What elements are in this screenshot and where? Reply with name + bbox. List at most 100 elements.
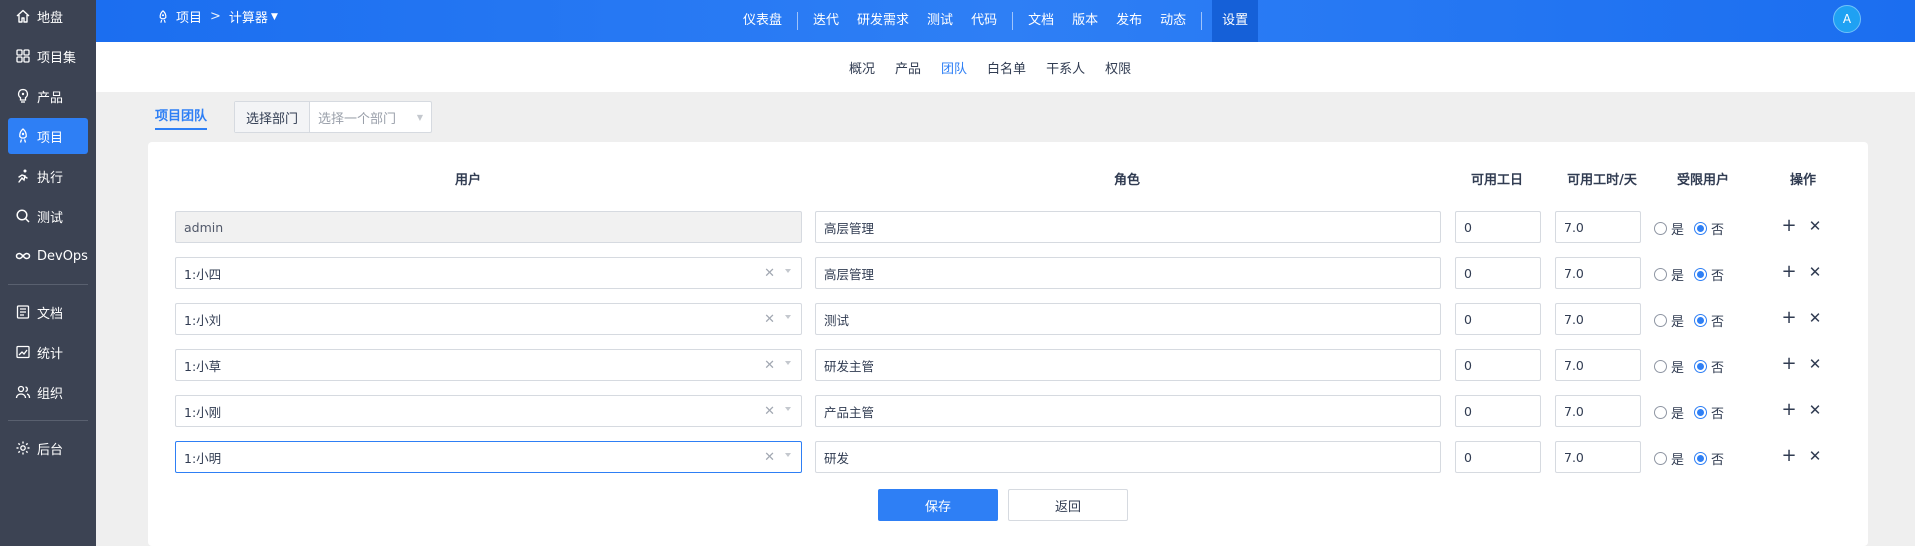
subnav-item-5[interactable]: 权限 bbox=[1105, 58, 1131, 77]
subnav-item-4[interactable]: 干系人 bbox=[1046, 58, 1085, 77]
chevron-down-icon[interactable] bbox=[785, 453, 791, 457]
sidebar-item-label: 项目 bbox=[37, 130, 64, 146]
top-nav-item-1[interactable]: 迭代 bbox=[804, 13, 848, 29]
radio-no[interactable] bbox=[1694, 314, 1708, 327]
top-nav-item-4[interactable]: 代码 bbox=[962, 13, 1006, 29]
top-nav-item-5[interactable]: 文档 bbox=[1019, 13, 1063, 29]
add-row-icon[interactable]: + bbox=[1781, 446, 1797, 466]
top-nav-item-7[interactable]: 发布 bbox=[1107, 13, 1151, 29]
chevron-down-icon[interactable] bbox=[785, 407, 791, 411]
top-nav-item-6[interactable]: 版本 bbox=[1063, 13, 1107, 29]
hours-input[interactable]: 7.0 bbox=[1555, 303, 1641, 335]
add-row-icon[interactable]: + bbox=[1781, 262, 1797, 282]
user-value: 1:小明 bbox=[184, 450, 222, 466]
table-row: 1:小刚 ✕ 产品主管 0 7.0 是否 + ✕ bbox=[148, 395, 1868, 429]
radio-yes[interactable] bbox=[1654, 222, 1667, 235]
radio-no-label: 否 bbox=[1711, 453, 1725, 468]
delete-row-icon[interactable]: ✕ bbox=[1807, 446, 1823, 466]
hours-input[interactable]: 7.0 bbox=[1555, 441, 1641, 473]
clear-icon[interactable]: ✕ bbox=[764, 404, 775, 419]
chevron-down-icon[interactable] bbox=[785, 269, 791, 273]
add-row-icon[interactable]: + bbox=[1781, 354, 1797, 374]
user-select[interactable]: 1:小草 ✕ bbox=[175, 349, 802, 381]
sidebar-item-5[interactable]: 测试 bbox=[8, 198, 88, 234]
delete-row-icon[interactable]: ✕ bbox=[1807, 308, 1823, 328]
sidebar-item-3[interactable]: 项目 bbox=[8, 118, 88, 154]
sidebar-item-6[interactable]: DevOps bbox=[8, 238, 88, 274]
days-input[interactable]: 0 bbox=[1455, 211, 1541, 243]
sidebar-item-2[interactable]: 产品 bbox=[8, 78, 88, 114]
delete-row-icon[interactable]: ✕ bbox=[1807, 400, 1823, 420]
days-input[interactable]: 0 bbox=[1455, 441, 1541, 473]
role-input[interactable]: 测试 bbox=[815, 303, 1441, 335]
chevron-down-icon[interactable] bbox=[785, 361, 791, 365]
user-select[interactable]: 1:小刘 ✕ bbox=[175, 303, 802, 335]
avatar[interactable]: A bbox=[1833, 5, 1861, 33]
radio-no[interactable] bbox=[1694, 268, 1708, 281]
hours-input[interactable]: 7.0 bbox=[1555, 395, 1641, 427]
department-select[interactable]: 选择一个部门 ▼ bbox=[310, 102, 431, 132]
role-input[interactable]: 研发主管 bbox=[815, 349, 1441, 381]
radio-no[interactable] bbox=[1694, 222, 1708, 235]
radio-yes[interactable] bbox=[1654, 360, 1667, 373]
role-input[interactable]: 高层管理 bbox=[815, 211, 1441, 243]
user-select[interactable]: 1:小明 ✕ bbox=[175, 441, 802, 473]
days-input[interactable]: 0 bbox=[1455, 395, 1541, 427]
tab-project-team[interactable]: 项目团队 bbox=[155, 105, 208, 130]
clear-icon[interactable]: ✕ bbox=[764, 450, 775, 465]
radio-yes[interactable] bbox=[1654, 452, 1667, 465]
subnav-item-1[interactable]: 产品 bbox=[895, 58, 921, 77]
subnav-item-2[interactable]: 团队 bbox=[941, 58, 967, 77]
days-input[interactable]: 0 bbox=[1455, 349, 1541, 381]
hours-input[interactable]: 7.0 bbox=[1555, 257, 1641, 289]
add-row-icon[interactable]: + bbox=[1781, 400, 1797, 420]
delete-row-icon[interactable]: ✕ bbox=[1807, 354, 1823, 374]
breadcrumb-current[interactable]: 计算器 bbox=[229, 7, 268, 26]
sidebar-item-4[interactable]: 执行 bbox=[8, 158, 88, 194]
chevron-down-icon[interactable]: ▼ bbox=[271, 12, 278, 22]
days-input[interactable]: 0 bbox=[1455, 257, 1541, 289]
sidebar-item-9[interactable]: 组织 bbox=[8, 374, 88, 410]
save-button[interactable]: 保存 bbox=[878, 489, 998, 521]
breadcrumb-root[interactable]: 项目 bbox=[176, 7, 202, 26]
back-button[interactable]: 返回 bbox=[1008, 489, 1128, 521]
sidebar-item-10[interactable]: 后台 bbox=[8, 430, 88, 466]
role-input[interactable]: 产品主管 bbox=[815, 395, 1441, 427]
user-select[interactable]: 1:小四 ✕ bbox=[175, 257, 802, 289]
role-input[interactable]: 研发 bbox=[815, 441, 1441, 473]
sidebar-item-7[interactable]: 文档 bbox=[8, 294, 88, 330]
clear-icon[interactable]: ✕ bbox=[764, 312, 775, 327]
radio-yes[interactable] bbox=[1654, 314, 1667, 327]
hours-input[interactable]: 7.0 bbox=[1555, 211, 1641, 243]
user-select[interactable]: 1:小刚 ✕ bbox=[175, 395, 802, 427]
add-row-icon[interactable]: + bbox=[1781, 216, 1797, 236]
subnav-item-3[interactable]: 白名单 bbox=[987, 58, 1026, 77]
radio-no[interactable] bbox=[1694, 406, 1708, 419]
role-input[interactable]: 高层管理 bbox=[815, 257, 1441, 289]
sidebar-item-0[interactable]: 地盘 bbox=[8, 0, 88, 34]
add-row-icon[interactable]: + bbox=[1781, 308, 1797, 328]
subnav-item-0[interactable]: 概况 bbox=[849, 58, 875, 77]
sidebar-item-8[interactable]: 统计 bbox=[8, 334, 88, 370]
delete-row-icon[interactable]: ✕ bbox=[1807, 216, 1823, 236]
hours-value: 7.0 bbox=[1564, 403, 1584, 419]
top-nav-item-8[interactable]: 动态 bbox=[1151, 13, 1195, 29]
user-value: 1:小刚 bbox=[184, 404, 222, 420]
radio-yes[interactable] bbox=[1654, 406, 1667, 419]
top-nav-item-0[interactable]: 仪表盘 bbox=[734, 13, 791, 29]
clear-icon[interactable]: ✕ bbox=[764, 266, 775, 281]
rocket-icon bbox=[159, 9, 167, 23]
radio-no[interactable] bbox=[1694, 452, 1708, 465]
top-nav-settings[interactable]: 设置 bbox=[1212, 0, 1259, 42]
top-nav-item-3[interactable]: 测试 bbox=[918, 13, 962, 29]
clear-icon[interactable]: ✕ bbox=[764, 358, 775, 373]
days-input[interactable]: 0 bbox=[1455, 303, 1541, 335]
breadcrumb: 项目 > 计算器 ▼ bbox=[156, 7, 278, 26]
delete-row-icon[interactable]: ✕ bbox=[1807, 262, 1823, 282]
hours-input[interactable]: 7.0 bbox=[1555, 349, 1641, 381]
top-nav-item-2[interactable]: 研发需求 bbox=[848, 13, 918, 29]
radio-no[interactable] bbox=[1694, 360, 1708, 373]
radio-yes[interactable] bbox=[1654, 268, 1667, 281]
sidebar-item-1[interactable]: 项目集 bbox=[8, 38, 88, 74]
chevron-down-icon[interactable] bbox=[785, 315, 791, 319]
